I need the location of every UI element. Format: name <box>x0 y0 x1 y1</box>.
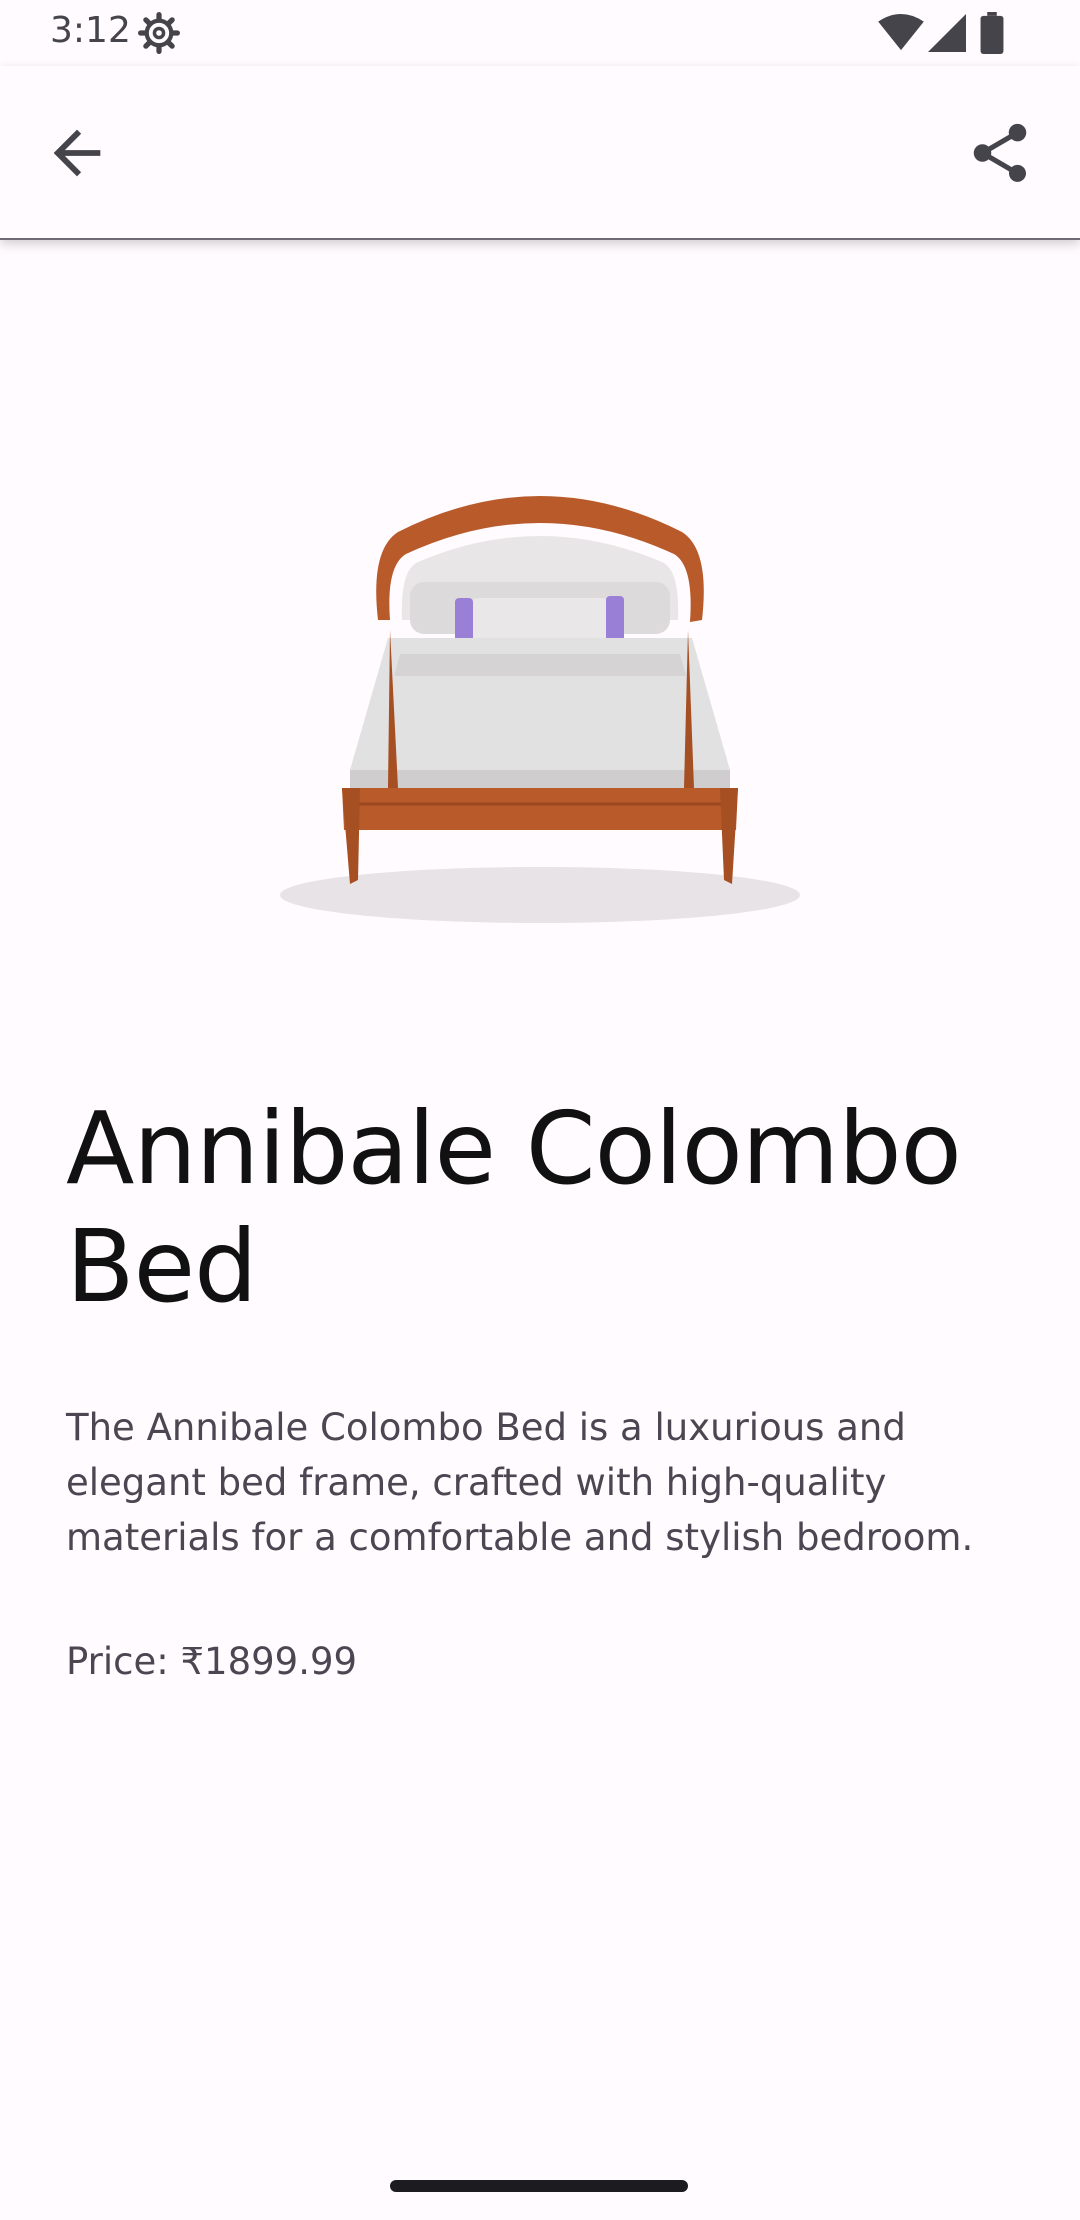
gear-icon <box>138 12 180 54</box>
status-time: 3:12 <box>50 10 131 51</box>
status-bar: 3:12 <box>0 0 1080 66</box>
product-title: Annibale Colombo Bed <box>66 1090 962 1325</box>
arrow-back-icon[interactable] <box>42 118 112 188</box>
bed-image <box>280 496 800 923</box>
product-price: Price: ₹1899.99 <box>66 1640 358 1683</box>
home-indicator[interactable] <box>390 2180 688 2192</box>
share-icon[interactable] <box>965 118 1035 188</box>
top-app-bar <box>0 66 1080 240</box>
cell-signal-icon <box>928 14 966 52</box>
battery-icon <box>980 12 1004 54</box>
wifi-icon <box>878 14 924 51</box>
product-description: The Annibale Colombo Bed is a luxurious … <box>66 1406 974 1559</box>
